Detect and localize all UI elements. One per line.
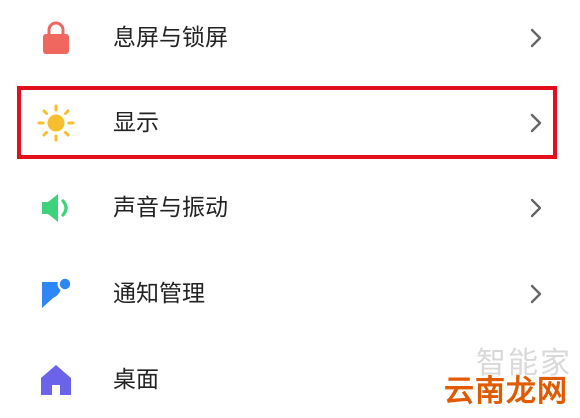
- settings-item-notifications[interactable]: 通知管理: [0, 256, 580, 332]
- settings-item-desktop[interactable]: 桌面: [0, 342, 580, 418]
- settings-item-label: 声音与振动: [113, 195, 228, 221]
- settings-item-sound-vibration[interactable]: 声音与振动: [0, 170, 580, 246]
- notification-icon: [36, 274, 76, 314]
- settings-item-label: 通知管理: [113, 281, 205, 307]
- home-icon: [36, 360, 76, 400]
- chevron-right-icon: [524, 196, 548, 220]
- settings-item-label: 息屏与锁屏: [113, 25, 228, 51]
- chevron-right-icon: [524, 282, 548, 306]
- lock-icon: [36, 18, 76, 58]
- settings-list: 息屏与锁屏 显示 声音与振动 通知管理 桌面 智能家 云南龙网: [0, 0, 580, 409]
- settings-item-label: 显示: [113, 110, 159, 136]
- sun-icon: [36, 103, 76, 143]
- chevron-right-icon: [524, 26, 548, 50]
- settings-item-display[interactable]: 显示: [0, 85, 580, 161]
- speaker-icon: [36, 188, 76, 228]
- chevron-right-icon: [524, 111, 548, 135]
- settings-item-screen-lock[interactable]: 息屏与锁屏: [0, 0, 580, 76]
- settings-item-label: 桌面: [113, 367, 159, 393]
